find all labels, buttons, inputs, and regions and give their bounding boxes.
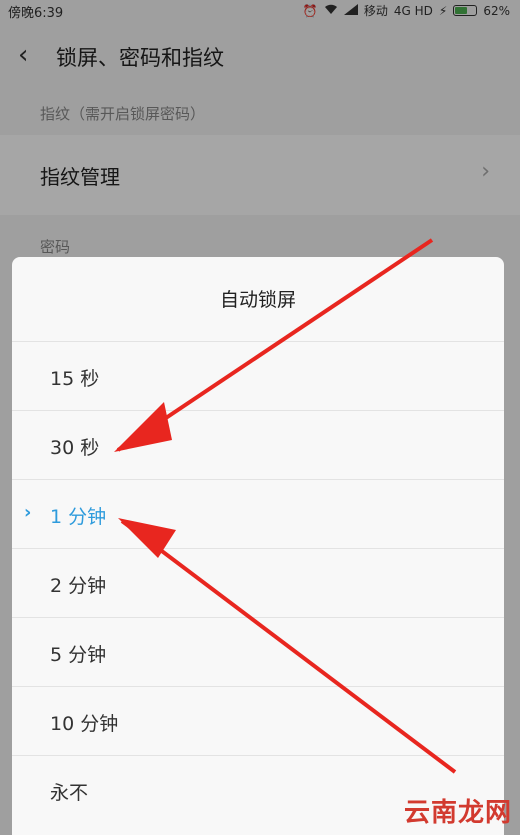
option-label: 10 分钟 (50, 713, 119, 735)
watermark-logo: 云南龙网 (403, 798, 512, 828)
option-1-minute[interactable]: › 1 分钟 (12, 479, 504, 547)
option-15-seconds[interactable]: 15 秒 (12, 341, 504, 409)
option-label: 2 分钟 (50, 575, 107, 597)
option-10-minutes[interactable]: 10 分钟 (12, 686, 504, 754)
dialog-title: 自动锁屏 (219, 289, 296, 311)
option-30-seconds[interactable]: 30 秒 (12, 410, 504, 478)
option-label: 1 分钟 (50, 506, 107, 528)
auto-lock-dialog: 自动锁屏 15 秒 30 秒 › 1 分钟 2 分钟 5 分钟 10 分钟 永不 (12, 257, 504, 835)
option-label: 15 秒 (50, 368, 100, 390)
option-5-minutes[interactable]: 5 分钟 (12, 617, 504, 685)
option-label: 30 秒 (50, 437, 100, 459)
option-label: 永不 (50, 782, 89, 804)
selected-chevron-icon: › (24, 502, 32, 523)
option-label: 5 分钟 (50, 644, 107, 666)
option-2-minutes[interactable]: 2 分钟 (12, 548, 504, 616)
